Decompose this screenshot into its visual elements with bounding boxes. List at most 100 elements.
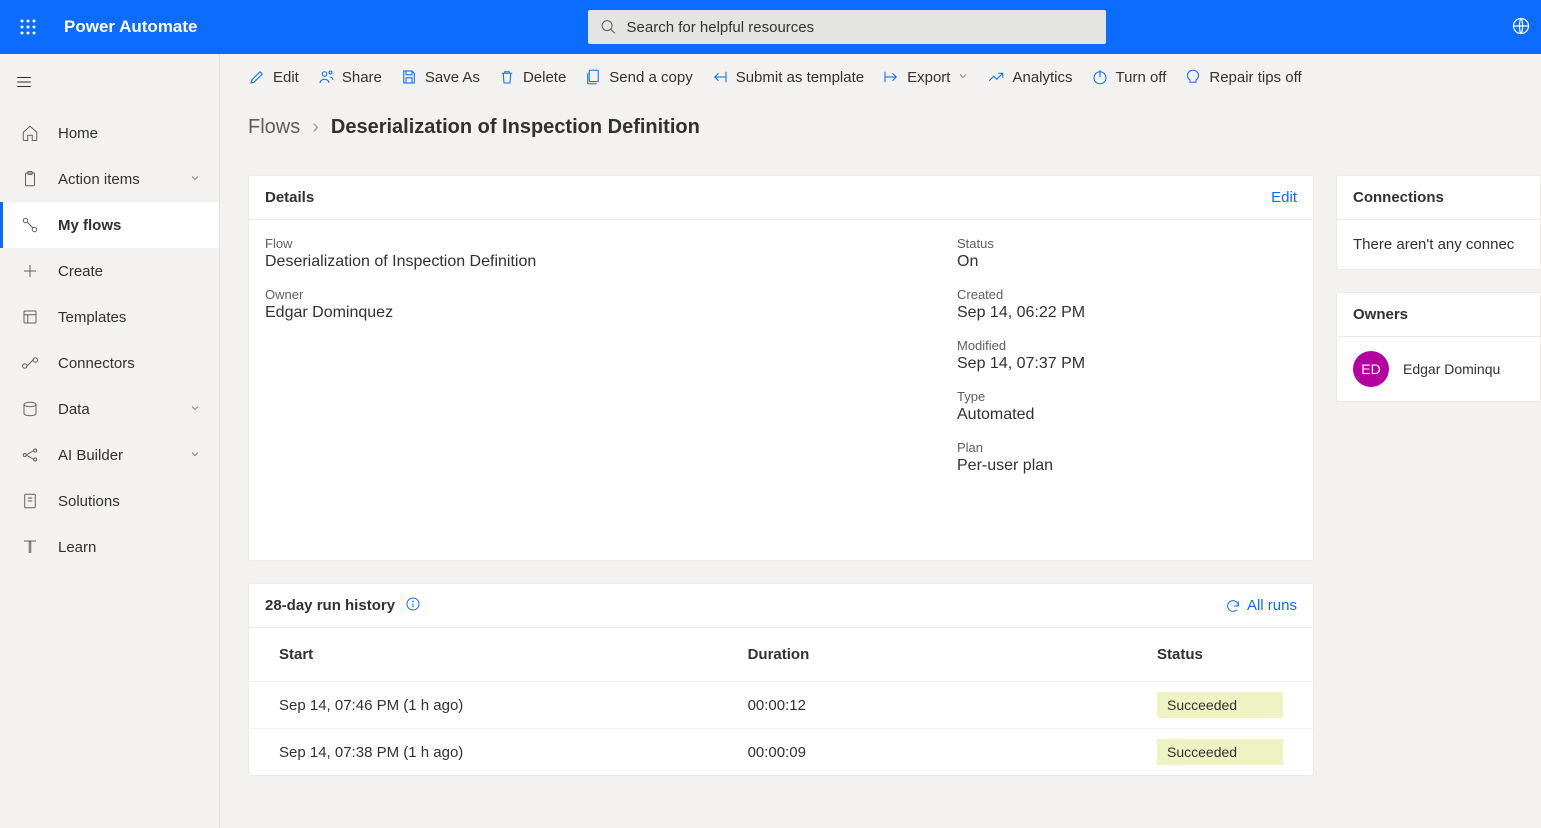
cmd-label: Submit as template [736,69,864,86]
cell-start: Sep 14, 07:38 PM (1 h ago) [249,729,718,776]
cmd-label: Turn off [1116,69,1167,86]
col-start: Start [249,628,718,682]
run-history-card: 28-day run history All runs Start Durati… [248,583,1314,776]
sidebar-item-label: Data [58,401,90,418]
solutions-icon [18,489,42,513]
card-title: Details [265,189,314,206]
cell-status: Succeeded [1127,729,1313,776]
turn-off-button[interactable]: Turn off [1091,62,1167,92]
connections-card: Connections There aren't any connec [1336,175,1541,270]
sidebar-item-learn[interactable]: Learn [0,524,219,570]
sidebar-item-templates[interactable]: Templates [0,294,219,340]
cell-duration: 00:00:12 [718,682,1127,729]
owner-row[interactable]: ED Edgar Dominqu [1337,337,1540,401]
col-status: Status [1127,628,1313,682]
breadcrumb-root[interactable]: Flows [248,116,300,139]
flow-icon [18,213,42,237]
chevron-down-icon [957,69,969,86]
table-row[interactable]: Sep 14, 07:46 PM (1 h ago)00:00:12Succee… [249,682,1313,729]
chevron-down-icon [189,171,201,188]
data-icon [18,397,42,421]
clipboard-icon [18,167,42,191]
globe-icon[interactable] [1511,16,1531,39]
analytics-button[interactable]: Analytics [987,62,1072,92]
modified-label: Modified [957,338,1297,353]
type-label: Type [957,389,1297,404]
sidebar-item-label: Learn [58,539,96,556]
created-label: Created [957,287,1297,302]
templates-icon [18,305,42,329]
sidebar-item-label: Action items [58,171,140,188]
share-button[interactable]: Share [317,62,382,92]
hamburger-icon[interactable] [0,62,48,102]
sidebar-item-ai-builder[interactable]: AI Builder [0,432,219,478]
owner-value: Edgar Dominquez [265,304,957,322]
search-box[interactable] [588,10,1106,44]
submit-template-button[interactable]: Submit as template [711,62,864,92]
table-row[interactable]: Sep 14, 07:38 PM (1 h ago)00:00:09Succee… [249,729,1313,776]
type-value: Automated [957,406,1297,424]
owner-label: Owner [265,287,957,302]
app-launcher-icon[interactable] [10,9,46,45]
sidebar-item-action-items[interactable]: Action items [0,156,219,202]
card-title: Connections [1353,189,1444,206]
modified-value: Sep 14, 07:37 PM [957,355,1297,373]
search-icon [600,18,617,36]
sidebar-item-home[interactable]: Home [0,110,219,156]
search-input[interactable] [627,19,1094,36]
status-value: On [957,253,1297,271]
export-button[interactable]: Export [882,62,969,92]
edit-details-link[interactable]: Edit [1271,189,1297,206]
owners-card: Owners ED Edgar Dominqu [1336,292,1541,402]
command-bar: Edit Share Save As Delete Send a copy Su… [248,54,1541,100]
home-icon [18,121,42,145]
all-runs-link[interactable]: All runs [1225,597,1297,614]
cmd-label: Edit [273,69,299,86]
save-as-button[interactable]: Save As [400,62,480,92]
status-badge: Succeeded [1157,739,1283,765]
sidebar-item-solutions[interactable]: Solutions [0,478,219,524]
sidebar-item-label: Connectors [58,355,135,372]
breadcrumb: Flows › Deserialization of Inspection De… [248,116,1541,139]
sidebar: Home Action items My flows Create Templa… [0,54,220,828]
sidebar-item-my-flows[interactable]: My flows [0,202,219,248]
plan-value: Per-user plan [957,457,1297,475]
send-copy-button[interactable]: Send a copy [584,62,692,92]
sidebar-item-connectors[interactable]: Connectors [0,340,219,386]
sidebar-item-label: My flows [58,217,121,234]
cmd-label: Share [342,69,382,86]
cell-status: Succeeded [1127,682,1313,729]
edit-button[interactable]: Edit [248,62,299,92]
sidebar-item-data[interactable]: Data [0,386,219,432]
refresh-icon [1225,598,1241,614]
sidebar-item-label: Home [58,125,98,142]
cmd-label: Send a copy [609,69,692,86]
top-bar: Power Automate [0,0,1541,54]
status-label: Status [957,236,1297,251]
sidebar-item-label: Templates [58,309,126,326]
status-badge: Succeeded [1157,692,1283,718]
cmd-label: Save As [425,69,480,86]
chevron-down-icon [189,447,201,464]
brand-label[interactable]: Power Automate [64,17,198,37]
sidebar-item-create[interactable]: Create [0,248,219,294]
flow-label: Flow [265,236,957,251]
sidebar-item-label: Create [58,263,103,280]
created-value: Sep 14, 06:22 PM [957,304,1297,322]
chevron-right-icon: › [312,116,319,139]
card-title: 28-day run history [265,597,395,614]
delete-button[interactable]: Delete [498,62,566,92]
avatar: ED [1353,351,1389,387]
connectors-icon [18,351,42,375]
repair-tips-button[interactable]: Repair tips off [1184,62,1301,92]
chevron-down-icon [189,401,201,418]
plan-label: Plan [957,440,1297,455]
info-icon[interactable] [405,596,421,615]
all-runs-label: All runs [1247,597,1297,614]
flow-value: Deserialization of Inspection Definition [265,253,957,271]
card-title: Owners [1353,306,1408,323]
run-history-table: Start Duration Status Sep 14, 07:46 PM (… [249,628,1313,775]
details-card: Details Edit Flow Deserialization of Ins… [248,175,1314,561]
owner-name: Edgar Dominqu [1403,361,1500,377]
connections-body: There aren't any connec [1337,220,1540,269]
